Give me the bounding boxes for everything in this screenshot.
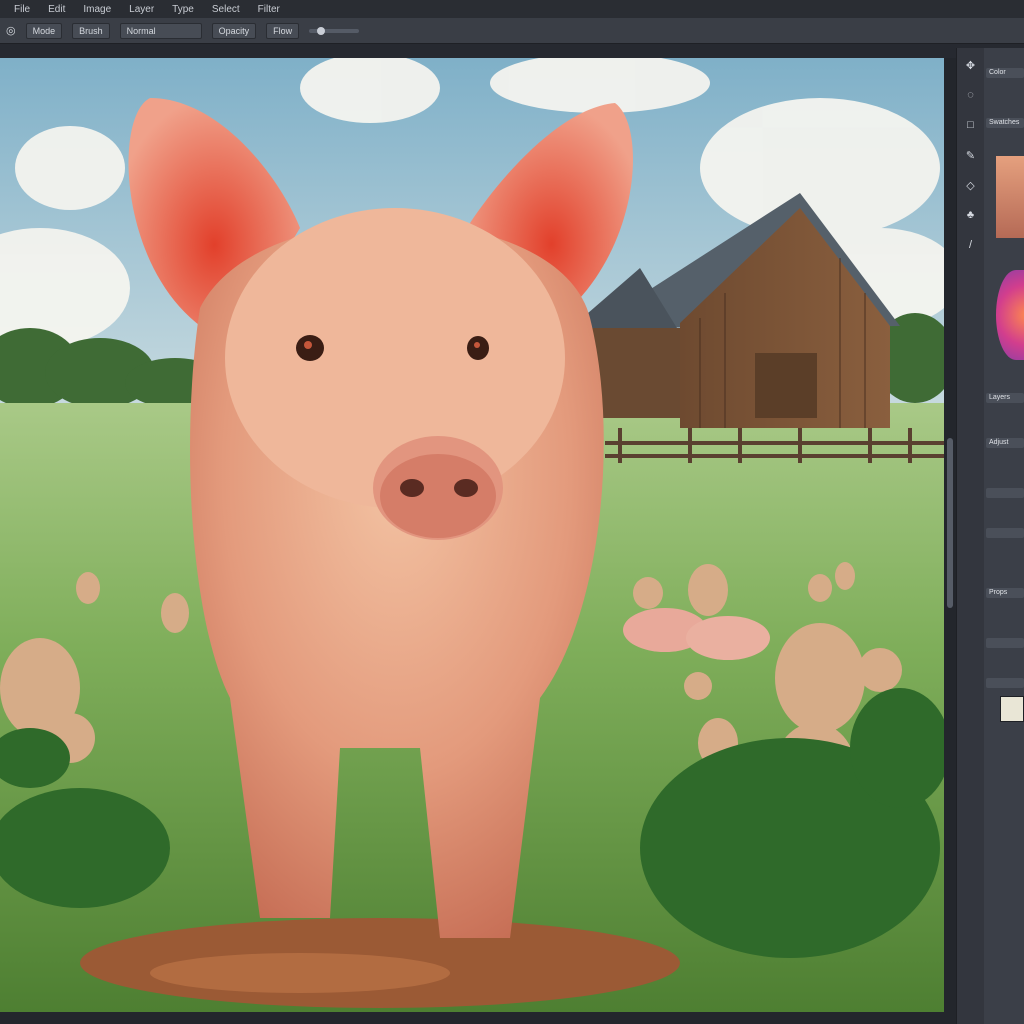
menu-bar: File Edit Image Layer Type Select Filter bbox=[0, 0, 1024, 18]
panel-tab-swatches[interactable]: Swatches bbox=[986, 118, 1024, 128]
marquee-icon[interactable]: □ bbox=[962, 116, 980, 134]
image-canvas[interactable] bbox=[0, 58, 944, 1012]
brush-chip[interactable]: Brush bbox=[72, 22, 110, 39]
opacity-chip[interactable]: Opacity bbox=[211, 22, 257, 39]
lasso-icon[interactable]: ◌ bbox=[962, 86, 980, 104]
slider-handle[interactable] bbox=[317, 26, 326, 35]
foreground-color-swatch[interactable] bbox=[996, 156, 1024, 238]
flow-chip[interactable]: Flow bbox=[266, 22, 300, 39]
menu-type[interactable]: Type bbox=[172, 4, 194, 15]
menu-file[interactable]: File bbox=[14, 4, 30, 15]
menu-edit[interactable]: Edit bbox=[48, 4, 65, 15]
layer-thumbnail[interactable] bbox=[1000, 696, 1024, 722]
menu-filter[interactable]: Filter bbox=[258, 4, 280, 15]
document-tab-strip bbox=[0, 44, 1024, 58]
layer-row[interactable] bbox=[986, 528, 1024, 538]
menu-image[interactable]: Image bbox=[83, 4, 111, 15]
tool-strip: ✥ ◌ □ ✎ ◇ ♣ / bbox=[956, 48, 984, 1024]
canvas-horizontal-scrollbar[interactable] bbox=[0, 1012, 956, 1024]
panel-tab-props[interactable]: Props bbox=[986, 588, 1024, 598]
property-row[interactable] bbox=[986, 678, 1024, 688]
stamp-icon[interactable]: ♣ bbox=[962, 206, 980, 224]
panel-tab-color[interactable]: Color bbox=[986, 68, 1024, 78]
color-wheel[interactable] bbox=[996, 270, 1024, 360]
property-row[interactable] bbox=[986, 638, 1024, 648]
scrollbar-thumb[interactable] bbox=[947, 438, 953, 608]
menu-layer[interactable]: Layer bbox=[129, 4, 154, 15]
brush-icon[interactable]: ✎ bbox=[962, 146, 980, 164]
menu-select[interactable]: Select bbox=[212, 4, 240, 15]
pen-icon[interactable]: / bbox=[962, 236, 980, 254]
blend-mode-select[interactable]: Normal bbox=[119, 22, 202, 39]
panel-tab-adjust[interactable]: Adjust bbox=[986, 438, 1024, 448]
move-icon[interactable]: ✥ bbox=[962, 56, 980, 74]
panel-tab-layers[interactable]: Layers bbox=[986, 393, 1024, 403]
flow-slider[interactable] bbox=[309, 26, 360, 35]
pig-farm-illustration bbox=[0, 58, 944, 1012]
mode-chip[interactable]: Mode bbox=[25, 22, 63, 39]
layer-row[interactable] bbox=[986, 488, 1024, 498]
eraser-icon[interactable]: ◇ bbox=[962, 176, 980, 194]
tool-preset-icon[interactable]: ◎ bbox=[6, 24, 16, 37]
right-panel: Color Swatches Layers Adjust Props bbox=[984, 48, 1024, 1024]
options-bar: ◎ Mode Brush Normal Opacity Flow bbox=[0, 18, 1024, 44]
canvas-vertical-scrollbar[interactable] bbox=[944, 58, 956, 1012]
